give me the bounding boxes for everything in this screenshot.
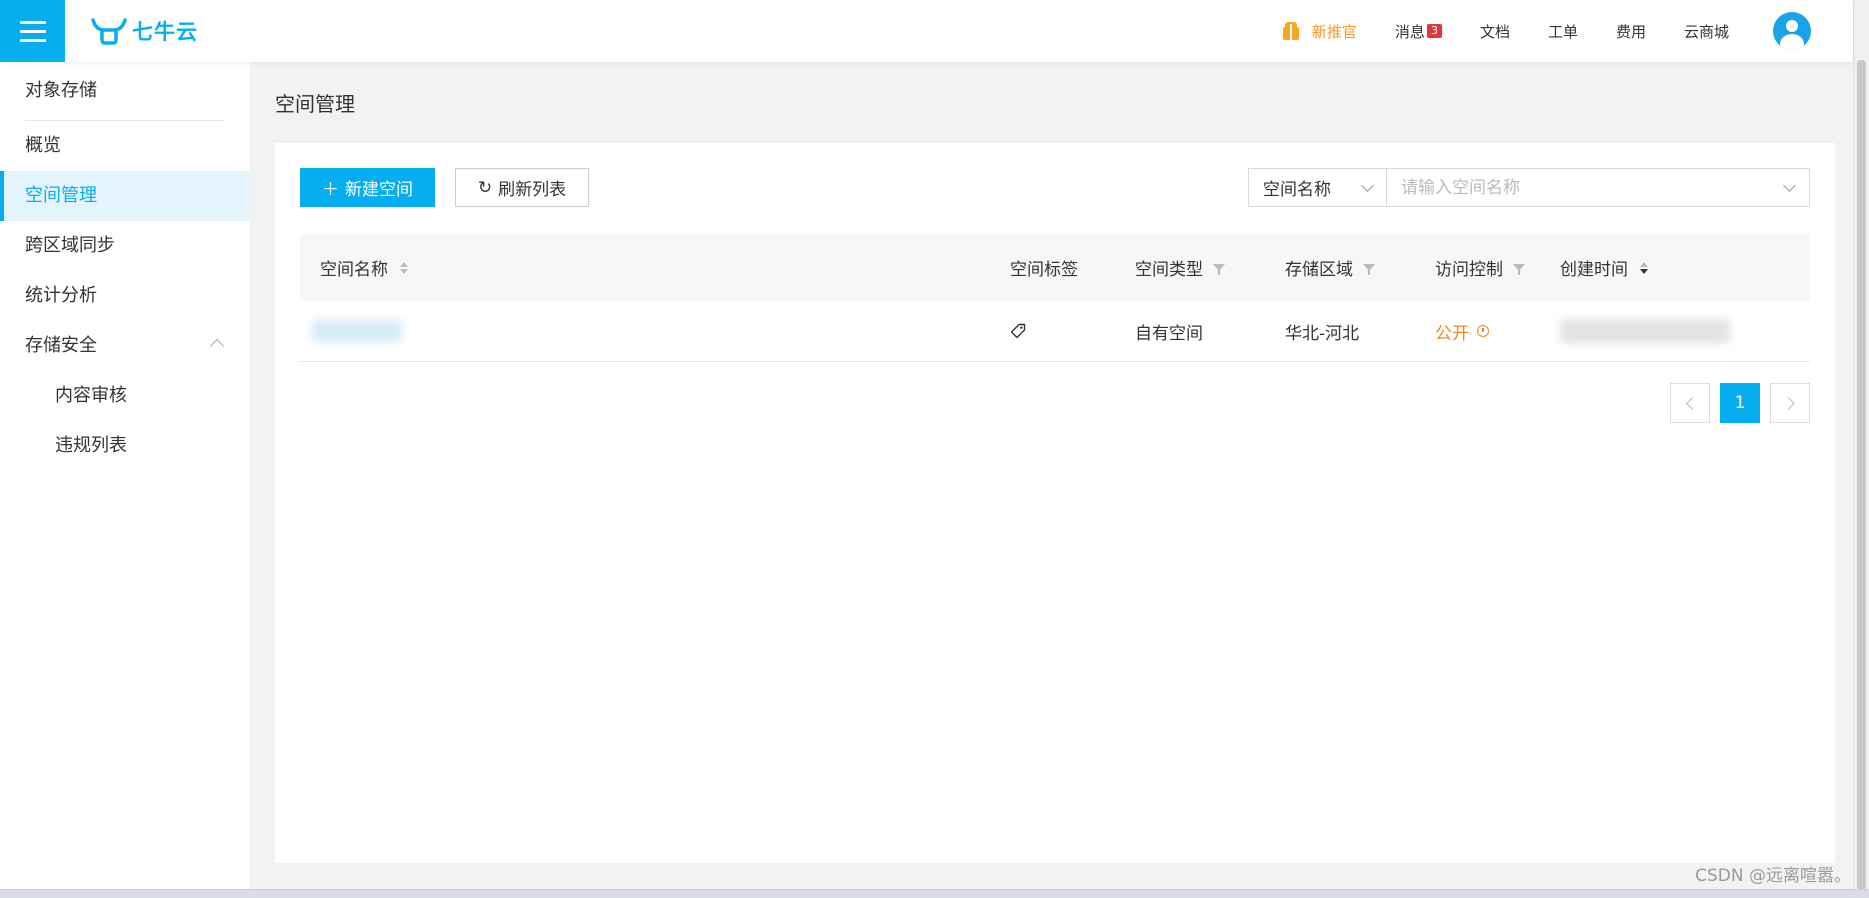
menu-icon-line [19, 38, 46, 42]
top-bar: 七牛云 新推官 消息 3 文档 工单 费用 云商城 [0, 0, 1853, 62]
bucket-search: 空间名称 [1248, 168, 1810, 207]
nav-messages-label: 消息 [1394, 22, 1425, 41]
chevron-up-icon [209, 338, 225, 354]
user-avatar[interactable] [1773, 12, 1811, 50]
nav-docs-link[interactable]: 文档 [1480, 21, 1510, 42]
cell-access-control: 公开 [1435, 319, 1560, 344]
nav-billing-link[interactable]: 费用 [1616, 21, 1646, 42]
bucket-name-link-blurred[interactable] [312, 320, 402, 342]
next-page-button[interactable] [1770, 383, 1810, 423]
sidebar-title: 对象存储 [25, 80, 97, 101]
page-title: 空间管理 [275, 92, 355, 116]
vertical-scrollbar[interactable] [1853, 0, 1869, 890]
nav-marketplace-link[interactable]: 云商城 [1684, 21, 1729, 42]
sidebar-item-violation-list[interactable]: 违规列表 [0, 421, 250, 471]
cell-bucket-type: 自有空间 [1135, 323, 1203, 344]
messages-count-badge: 3 [1426, 24, 1442, 38]
sort-icon[interactable] [400, 261, 408, 274]
bull-logo-icon [91, 18, 127, 45]
col-bucket-name[interactable]: 空间名称 [300, 255, 1010, 280]
menu-icon-line [19, 29, 46, 33]
nav-messages-link[interactable]: 消息 3 [1395, 21, 1442, 42]
nav-tickets-link[interactable]: 工单 [1548, 21, 1578, 42]
info-icon[interactable] [1477, 325, 1489, 337]
sidebar-item-overview[interactable]: 概览 [0, 121, 250, 171]
filter-icon[interactable] [1213, 264, 1225, 275]
col-bucket-name-label: 空间名称 [320, 260, 388, 280]
col-created-time[interactable]: 创建时间 [1560, 255, 1810, 280]
nav-billing-label: 费用 [1615, 22, 1646, 41]
refresh-list-button[interactable]: ↻ 刷新列表 [455, 168, 589, 207]
logo-text: 七牛云 [132, 20, 198, 44]
sidebar-item-storage-security-label: 存储安全 [25, 335, 97, 356]
chevron-right-icon [1781, 396, 1795, 410]
col-storage-region: 存储区域 [1285, 255, 1435, 280]
filter-icon[interactable] [1513, 264, 1525, 275]
new-bucket-label: 新建空间 [345, 180, 413, 200]
col-bucket-tag-label: 空间标签 [1010, 260, 1078, 280]
taskbar-edge [0, 889, 1869, 898]
col-access-control-label: 访问控制 [1435, 260, 1503, 280]
cell-bucket-name [300, 320, 1010, 342]
col-bucket-tag: 空间标签 [1010, 255, 1135, 280]
cell-bucket-tag [1010, 323, 1135, 339]
access-public-label: 公开 [1435, 323, 1469, 344]
sidebar-item-content-review[interactable]: 内容审核 [0, 371, 250, 421]
cell-created-time [1560, 319, 1810, 343]
top-nav: 新推官 消息 3 文档 工单 费用 云商城 [1282, 0, 1853, 62]
refresh-icon: ↻ [477, 177, 493, 198]
filter-icon[interactable] [1363, 264, 1375, 275]
nav-docs-label: 文档 [1479, 22, 1510, 41]
col-created-time-label: 创建时间 [1560, 260, 1628, 280]
pagination: 1 [1670, 383, 1810, 423]
nav-marketplace-label: 云商城 [1683, 22, 1729, 41]
sidebar-item-cross-region-sync[interactable]: 跨区域同步 [0, 221, 250, 271]
sidebar-item-bucket-management[interactable]: 空间管理 [0, 171, 250, 221]
refresh-list-label: 刷新列表 [498, 180, 567, 200]
access-public-status: 公开 [1435, 319, 1489, 344]
sidebar-item-statistics[interactable]: 统计分析 [0, 271, 250, 321]
table-row: 自有空间 华北-河北 公开 [300, 301, 1810, 362]
nav-promo-link[interactable]: 新推官 [1282, 21, 1357, 42]
col-bucket-type-label: 空间类型 [1135, 260, 1203, 280]
bucket-table: 空间名称 空间标签 空间类型 存储区域 访问控制 创建时间 自有空间 华北-河北… [300, 234, 1810, 362]
chevron-down-icon [1361, 179, 1374, 192]
chevron-down-icon [1782, 179, 1796, 192]
sidebar: 对象存储 概览 空间管理 跨区域同步 统计分析 存储安全 内容审核 违规列表 [0, 62, 250, 898]
col-storage-region-label: 存储区域 [1285, 260, 1353, 280]
sidebar-item-storage-security[interactable]: 存储安全 [0, 321, 250, 371]
table-header: 空间名称 空间标签 空间类型 存储区域 访问控制 创建时间 [300, 234, 1810, 301]
content-panel: ＋ 新建空间 ↻ 刷新列表 空间名称 空间名称 空间标签 空间类型 [275, 143, 1835, 863]
tag-icon[interactable] [1010, 323, 1026, 339]
col-access-control: 访问控制 [1435, 255, 1560, 280]
plus-icon: ＋ [322, 180, 339, 200]
chevron-left-icon [1685, 396, 1699, 410]
scrollbar-thumb[interactable] [1857, 60, 1866, 890]
cell-storage-region: 华北-河北 [1285, 323, 1360, 344]
hamburger-menu-button[interactable] [0, 0, 65, 62]
sort-icon[interactable] [1640, 261, 1648, 274]
watermark: CSDN @远离喧嚣。 [1695, 866, 1851, 886]
search-input[interactable] [1387, 169, 1769, 206]
menu-icon-line [19, 20, 46, 24]
page-button[interactable]: 1 [1720, 383, 1760, 423]
nav-promo-label: 新推官 [1311, 22, 1357, 41]
search-dropdown-toggle[interactable] [1769, 169, 1809, 206]
nav-tickets-label: 工单 [1547, 22, 1578, 41]
new-bucket-button[interactable]: ＋ 新建空间 [300, 168, 435, 207]
created-time-blurred [1560, 319, 1730, 343]
search-field-selected: 空间名称 [1263, 180, 1331, 200]
search-field-select[interactable]: 空间名称 [1249, 169, 1387, 206]
qiniu-logo[interactable]: 七牛云 [90, 14, 198, 48]
col-bucket-type: 空间类型 [1135, 255, 1285, 280]
gift-icon [1282, 22, 1300, 40]
prev-page-button[interactable] [1670, 383, 1710, 423]
